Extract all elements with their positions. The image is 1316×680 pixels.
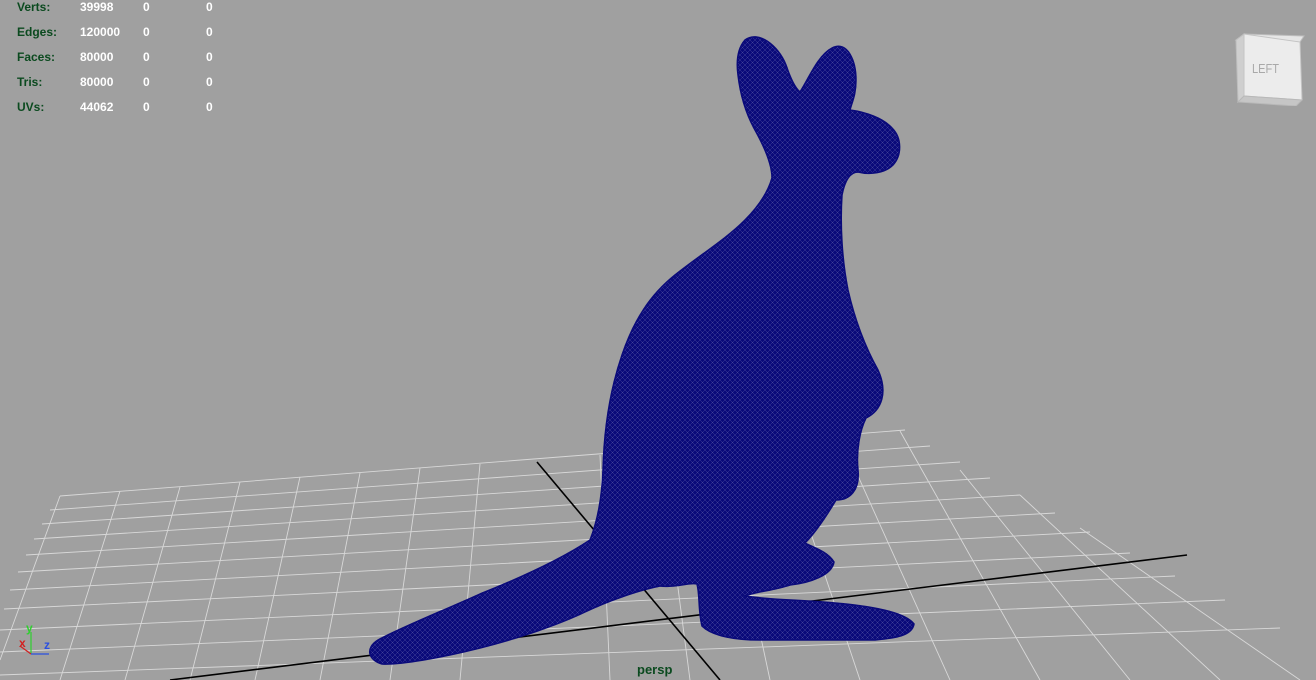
poly-count-hud: Verts: 39998 0 0 Edges: 120000 0 0 Faces… bbox=[17, 0, 246, 120]
hud-value-object: 80000 bbox=[80, 75, 114, 89]
hud-value-component: 0 bbox=[206, 50, 213, 64]
hud-value-object: 44062 bbox=[80, 100, 114, 114]
viewcube-face-label[interactable]: LEFT bbox=[1252, 61, 1279, 76]
hud-value-component: 0 bbox=[206, 100, 213, 114]
hud-value-object: 120000 bbox=[80, 25, 121, 39]
hud-row-verts: Verts: 39998 0 0 bbox=[17, 0, 246, 20]
hud-row-edges: Edges: 120000 0 0 bbox=[17, 20, 246, 45]
perspective-viewport[interactable]: Verts: 39998 0 0 Edges: 120000 0 0 Faces… bbox=[0, 0, 1316, 680]
hud-value-component: 0 bbox=[206, 75, 213, 89]
hud-label: Verts: bbox=[17, 0, 51, 14]
hud-value-selected: 0 bbox=[143, 50, 150, 64]
hud-label: Faces: bbox=[17, 50, 56, 64]
viewcube[interactable]: LEFT bbox=[1230, 32, 1306, 107]
hud-value-selected: 0 bbox=[143, 100, 150, 114]
hud-label: Edges: bbox=[17, 25, 58, 39]
hud-label: Tris: bbox=[17, 75, 43, 89]
axis-z-label: z bbox=[44, 638, 50, 652]
hud-value-selected: 0 bbox=[143, 25, 150, 39]
hud-value-object: 80000 bbox=[80, 50, 114, 64]
hud-label: UVs: bbox=[17, 100, 45, 114]
hud-value-selected: 0 bbox=[143, 0, 150, 14]
camera-name-label: persp bbox=[637, 662, 673, 677]
axis-y-label: y bbox=[26, 621, 33, 635]
hud-value-component: 0 bbox=[206, 0, 213, 14]
kangaroo-mesh[interactable] bbox=[369, 36, 915, 665]
hud-row-uvs: UVs: 44062 0 0 bbox=[17, 95, 246, 120]
hud-row-tris: Tris: 80000 0 0 bbox=[17, 70, 246, 95]
axis-x-label: x bbox=[19, 636, 26, 650]
hud-value-object: 39998 bbox=[80, 0, 114, 14]
hud-value-selected: 0 bbox=[143, 75, 150, 89]
axis-gizmo: y x z bbox=[16, 620, 60, 660]
hud-value-component: 0 bbox=[206, 25, 213, 39]
hud-row-faces: Faces: 80000 0 0 bbox=[17, 45, 246, 70]
